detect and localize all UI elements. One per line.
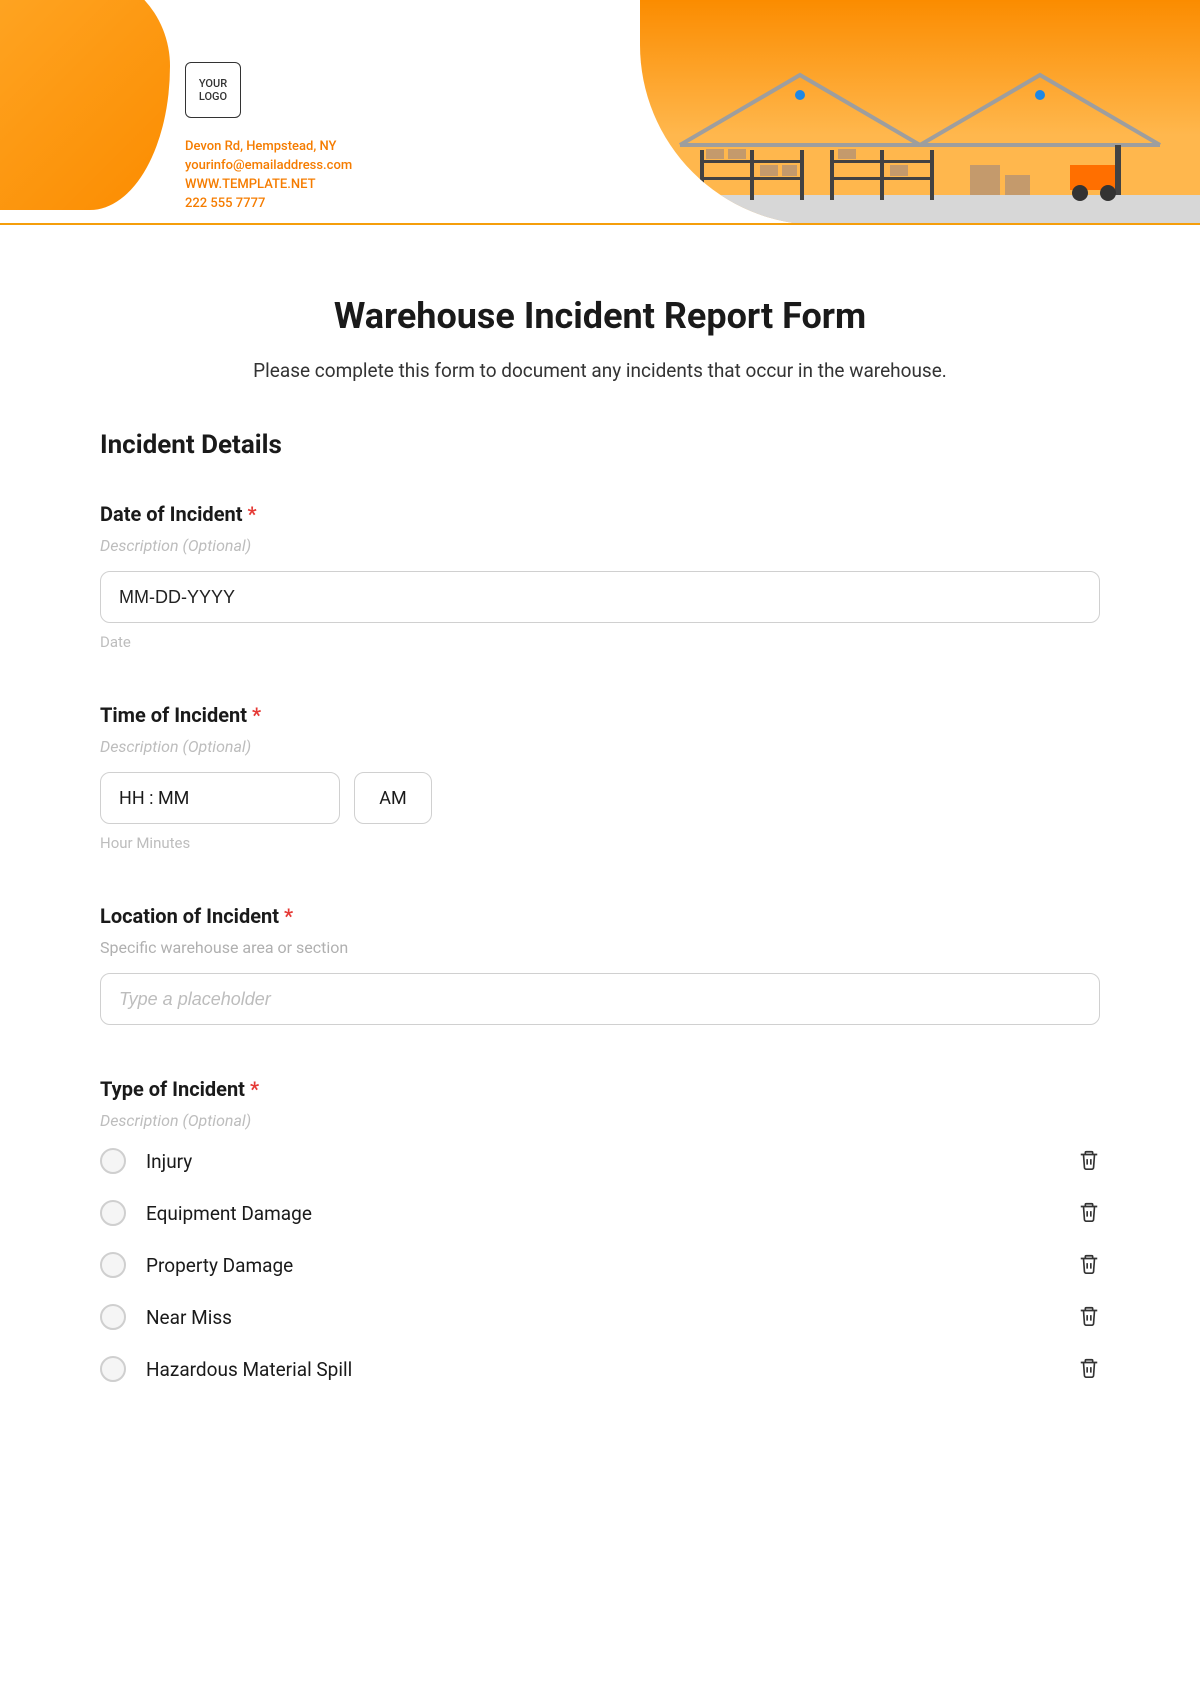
label-location-text: Location of Incident (100, 904, 279, 928)
field-date: Date of Incident * Description (Optional… (100, 502, 1100, 651)
label-type-text: Type of Incident (100, 1077, 245, 1101)
logo-placeholder: YOUR LOGO (185, 62, 241, 118)
radio-label: Property Damage (146, 1254, 1058, 1277)
radio-label: Hazardous Material Spill (146, 1358, 1058, 1381)
radio-button[interactable] (100, 1356, 126, 1382)
required-mark: * (250, 1077, 259, 1101)
radio-option: Near Miss (100, 1304, 1100, 1330)
radio-button[interactable] (100, 1148, 126, 1174)
label-date-text: Date of Incident (100, 502, 242, 526)
trash-icon[interactable] (1078, 1357, 1100, 1381)
date-input[interactable] (100, 571, 1100, 623)
decor-blob-right (640, 0, 1200, 225)
field-time: Time of Incident * Description (Optional… (100, 703, 1100, 852)
radio-label: Equipment Damage (146, 1202, 1058, 1225)
radio-option: Equipment Damage (100, 1200, 1100, 1226)
label-time-text: Time of Incident (100, 703, 247, 727)
radio-option: Property Damage (100, 1252, 1100, 1278)
radio-list: Injury Equipment Damage Property Damage … (100, 1148, 1100, 1382)
form-subtitle: Please complete this form to document an… (100, 359, 1100, 382)
radio-button[interactable] (100, 1252, 126, 1278)
contact-address: Devon Rd, Hempstead, NY (185, 138, 352, 157)
label-location: Location of Incident * (100, 904, 1100, 928)
label-type: Type of Incident * (100, 1077, 1100, 1101)
field-type: Type of Incident * Description (Optional… (100, 1077, 1100, 1382)
time-input[interactable]: HH : MM (100, 772, 340, 824)
contact-info: Devon Rd, Hempstead, NY yourinfo@emailad… (185, 138, 352, 213)
trash-icon[interactable] (1078, 1253, 1100, 1277)
field-location: Location of Incident * Specific warehous… (100, 904, 1100, 1025)
contact-phone: 222 555 7777 (185, 195, 352, 214)
label-time: Time of Incident * (100, 703, 1100, 727)
contact-website: WWW.TEMPLATE.NET (185, 176, 352, 195)
label-date: Date of Incident * (100, 502, 1100, 526)
form-content: Warehouse Incident Report Form Please co… (0, 225, 1200, 1474)
required-mark: * (247, 502, 256, 526)
radio-button[interactable] (100, 1200, 126, 1226)
section-title: Incident Details (100, 430, 1100, 460)
radio-option: Injury (100, 1148, 1100, 1174)
trash-icon[interactable] (1078, 1305, 1100, 1329)
desc-date: Description (Optional) (100, 536, 1100, 555)
radio-label: Injury (146, 1150, 1058, 1173)
hint-time: Hour Minutes (100, 834, 1100, 852)
required-mark: * (284, 904, 293, 928)
trash-icon[interactable] (1078, 1149, 1100, 1173)
form-title: Warehouse Incident Report Form (100, 295, 1100, 337)
hint-date: Date (100, 633, 1100, 651)
radio-option: Hazardous Material Spill (100, 1356, 1100, 1382)
header-banner: YOUR LOGO Devon Rd, Hempstead, NY yourin… (0, 0, 1200, 225)
desc-time: Description (Optional) (100, 737, 1100, 756)
radio-label: Near Miss (146, 1306, 1058, 1329)
ampm-toggle[interactable]: AM (354, 772, 432, 824)
decor-blob-left (0, 0, 170, 210)
desc-location: Specific warehouse area or section (100, 938, 1100, 957)
warehouse-illustration (640, 65, 1200, 225)
radio-button[interactable] (100, 1304, 126, 1330)
required-mark: * (252, 703, 261, 727)
location-input[interactable] (100, 973, 1100, 1025)
trash-icon[interactable] (1078, 1201, 1100, 1225)
desc-type: Description (Optional) (100, 1111, 1100, 1130)
contact-email: yourinfo@emailaddress.com (185, 157, 352, 176)
